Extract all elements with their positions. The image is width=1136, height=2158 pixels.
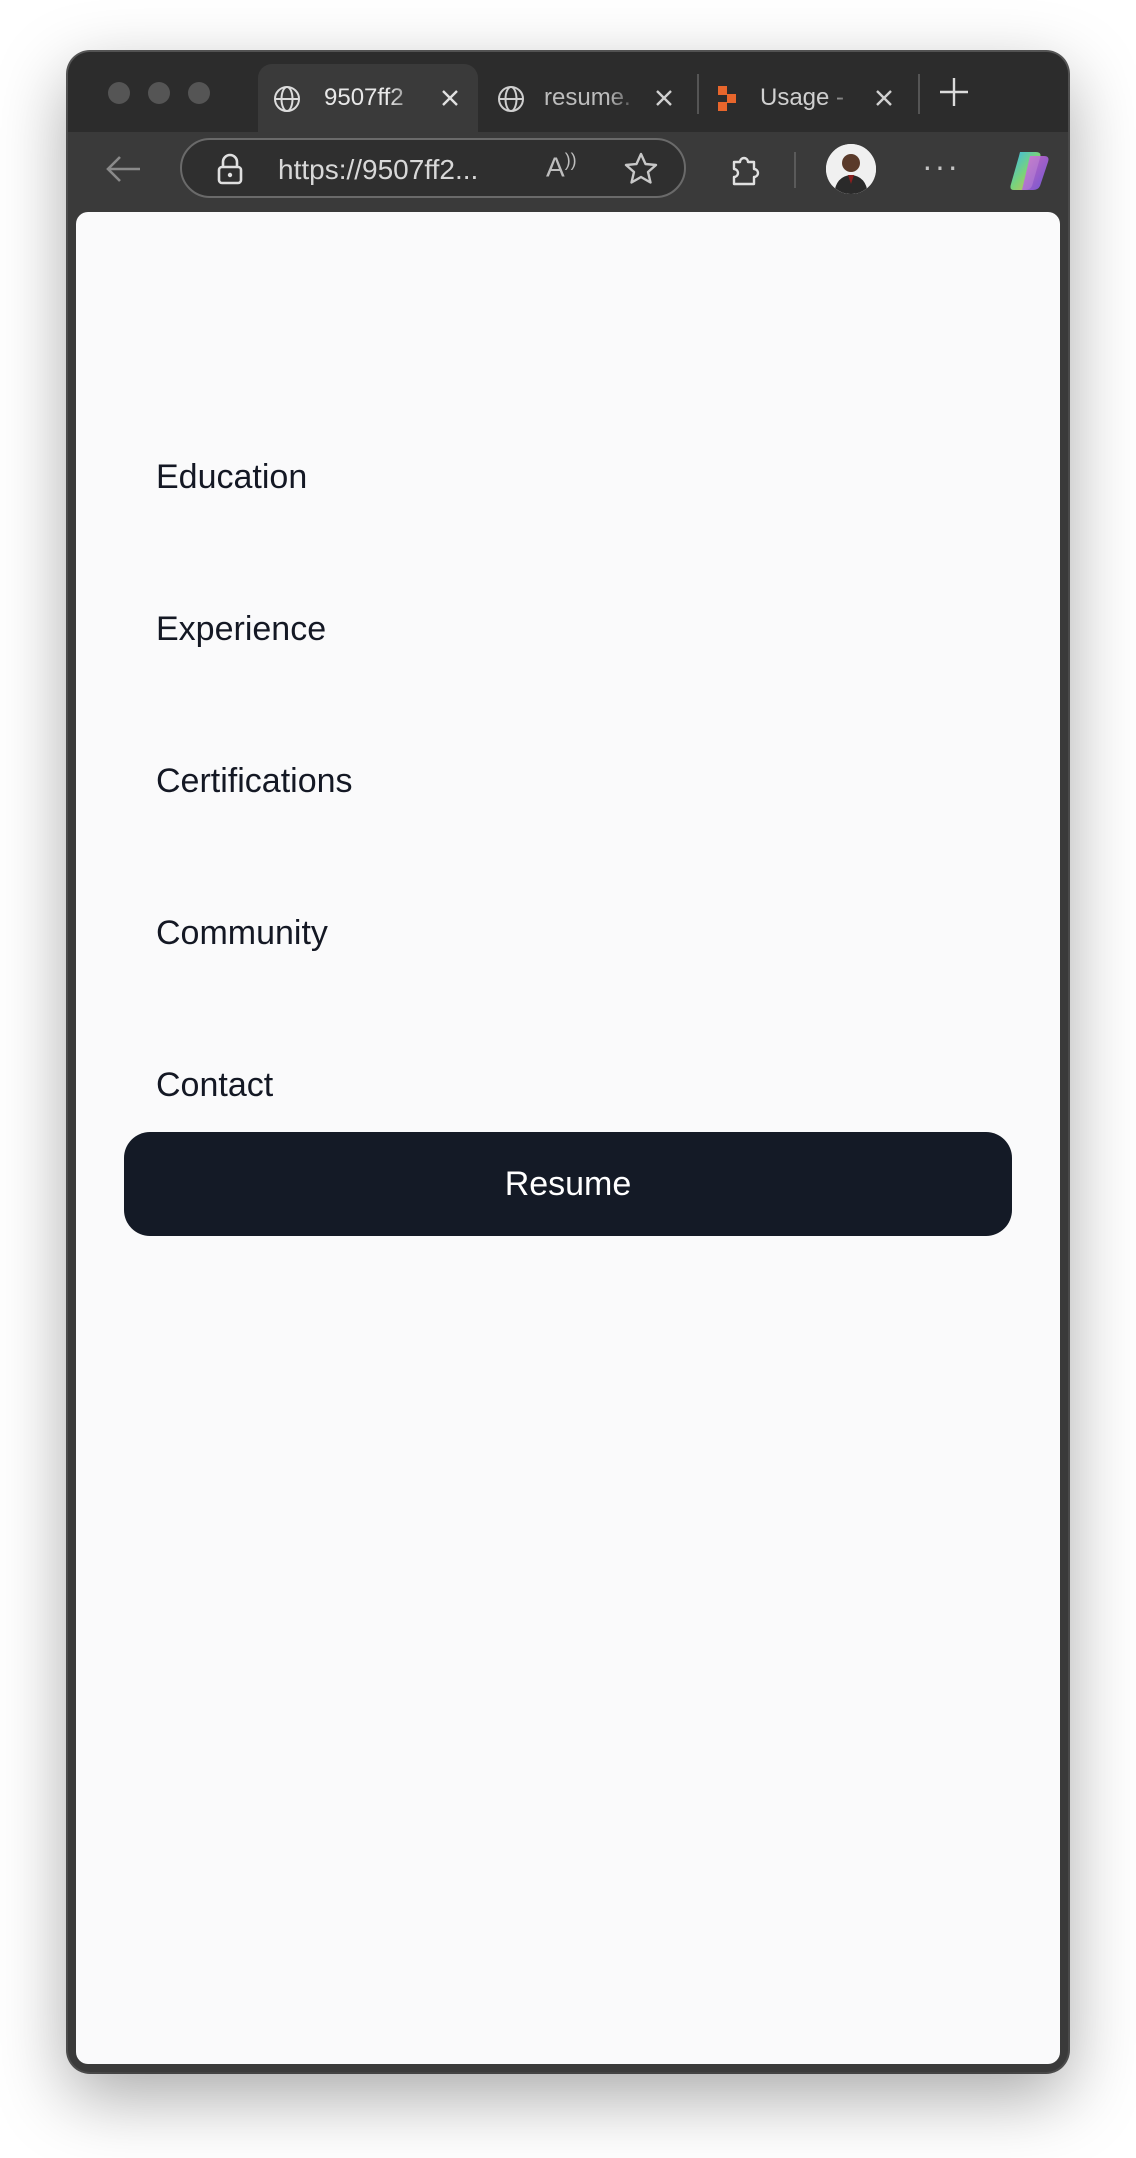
maximize-window-button[interactable] — [188, 82, 210, 104]
close-tab-icon[interactable] — [870, 84, 898, 112]
toolbar-separator — [794, 152, 796, 188]
url-text[interactable]: https://9507ff2... — [278, 154, 478, 186]
nav-item-certifications[interactable]: Certifications — [156, 762, 353, 801]
tab-3[interactable]: Usage - — [702, 64, 914, 132]
browser-toolbar: https://9507ff2... A)) ··· — [68, 132, 1068, 212]
copilot-icon[interactable] — [1006, 148, 1052, 194]
tab-title: resume. — [544, 84, 631, 111]
back-arrow-icon[interactable] — [104, 154, 142, 184]
close-tab-icon[interactable] — [650, 84, 678, 112]
tab-title: 9507ff2 — [324, 84, 404, 111]
page-content: Education Experience Certifications Comm… — [76, 212, 1060, 2064]
resume-button[interactable]: Resume — [124, 1132, 1012, 1236]
nav-item-experience[interactable]: Experience — [156, 610, 326, 649]
tab-1[interactable]: 9507ff2 — [258, 64, 478, 132]
globe-icon — [274, 86, 300, 112]
lock-icon[interactable] — [216, 153, 244, 185]
close-window-button[interactable] — [108, 82, 130, 104]
tab-separator — [918, 74, 920, 114]
read-aloud-icon[interactable]: A)) — [546, 150, 577, 183]
minimize-window-button[interactable] — [148, 82, 170, 104]
tab-title: Usage - — [760, 84, 845, 111]
globe-icon — [498, 86, 524, 112]
browser-window: 9507ff2 resume. Usage - https://9507ff2.… — [68, 52, 1068, 2072]
app-logo-icon — [718, 86, 736, 111]
close-tab-icon[interactable] — [436, 84, 464, 112]
extensions-puzzle-icon[interactable] — [728, 152, 762, 188]
nav-item-education[interactable]: Education — [156, 458, 307, 497]
tab-bar: 9507ff2 resume. Usage - — [68, 52, 1068, 132]
tab-separator — [697, 74, 699, 114]
more-options-icon[interactable]: ··· — [922, 148, 960, 185]
address-bar[interactable]: https://9507ff2... A)) — [180, 138, 686, 198]
avatar[interactable] — [826, 144, 876, 194]
nav-item-contact[interactable]: Contact — [156, 1066, 273, 1105]
nav-item-community[interactable]: Community — [156, 914, 328, 953]
favorite-star-icon[interactable] — [624, 152, 658, 184]
new-tab-icon[interactable] — [938, 76, 970, 108]
tab-2[interactable]: resume. — [482, 64, 694, 132]
